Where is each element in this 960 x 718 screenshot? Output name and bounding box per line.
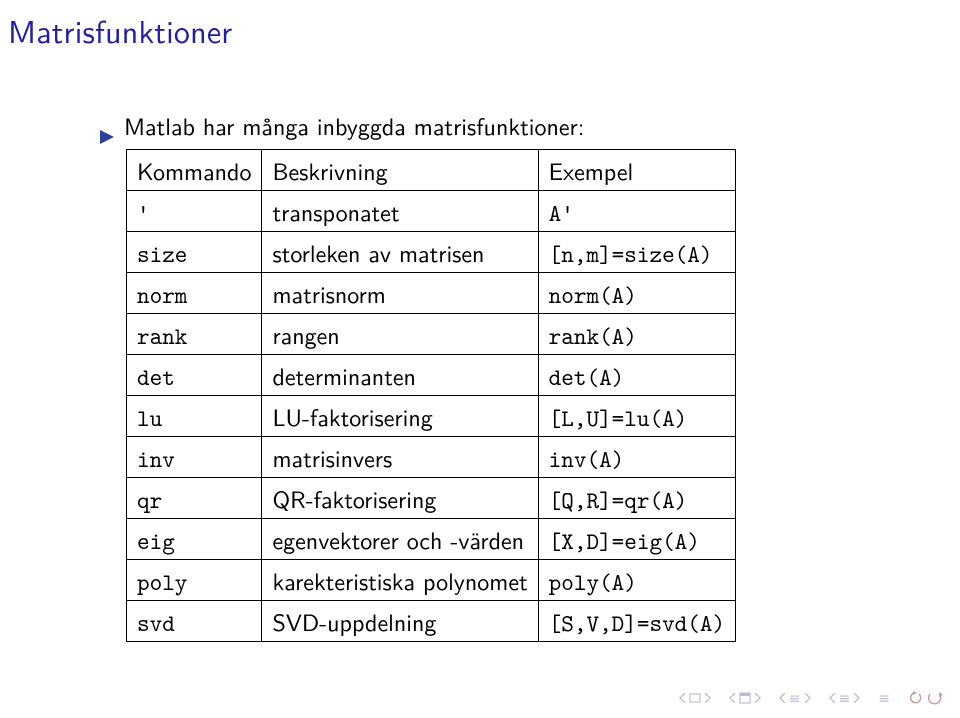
cell-kommando: lu [127,396,262,437]
cell-exempel: rank(A) [538,314,735,355]
functions-table: Kommando Beskrivning Exempel 'transponat… [126,149,736,642]
table-row: qrQR-faktorisering[Q,R]=qr(A) [127,478,736,519]
cell-beskrivning: egenvektorer och -värden [262,519,538,560]
chevron-left-icon [829,693,837,703]
bullet-triangle-icon [100,117,114,131]
cell-kommando: svd [127,601,262,642]
equiv-standalone-icon: ≡ [878,688,890,708]
cell-beskrivning: QR-faktorisering [262,478,538,519]
table-header-row: Kommando Beskrivning Exempel [127,150,736,191]
slide-title: Matrisfunktioner [8,6,232,53]
nav-footer: ≡ ≡ ≡ [679,688,944,708]
cell-beskrivning: transponatet [262,191,538,232]
table-row: 'transponatetA' [127,191,736,232]
slide-content: Matlab har många inbyggda matrisfunktion… [100,108,880,642]
cell-kommando: eig [127,519,262,560]
cell-exempel: det(A) [538,355,735,396]
nav-circular-group[interactable] [908,690,944,706]
chevron-right-icon [753,693,761,703]
table-row: eigegenvektorer och -värden[X,D]=eig(A) [127,519,736,560]
bullet-item: Matlab har många inbyggda matrisfunktion… [100,108,880,143]
cell-beskrivning: matrisinvers [262,437,538,478]
cell-kommando: norm [127,273,262,314]
redo-icon [926,690,944,706]
chevron-left-icon [779,693,787,703]
cell-kommando: inv [127,437,262,478]
cell-kommando: ' [127,191,262,232]
table-row: normmatrisnormnorm(A) [127,273,736,314]
col-header-exempel: Exempel [538,150,735,191]
equiv-icon: ≡ [839,693,851,703]
cell-beskrivning: storleken av matrisen [262,232,538,273]
equiv-icon: ≡ [789,693,801,703]
col-header-beskrivning: Beskrivning [262,150,538,191]
cell-exempel: [L,U]=lu(A) [538,396,735,437]
undo-icon [908,691,924,705]
nav-first-group[interactable] [679,693,711,703]
cell-beskrivning: karekteristiska polynomet [262,560,538,601]
table-row: luLU-faktorisering[L,U]=lu(A) [127,396,736,437]
cell-exempel: norm(A) [538,273,735,314]
table-row: rankrangenrank(A) [127,314,736,355]
chevron-left-icon [679,693,687,703]
document-icon [739,692,751,704]
cell-beskrivning: determinanten [262,355,538,396]
cell-exempel: A' [538,191,735,232]
table-row: detdeterminantendet(A) [127,355,736,396]
nav-section-group[interactable]: ≡ [779,693,811,703]
chevron-right-icon [852,693,860,703]
col-header-kommando: Kommando [127,150,262,191]
cell-exempel: [n,m]=size(A) [538,232,735,273]
cell-exempel: [S,V,D]=svd(A) [538,601,735,642]
cell-exempel: poly(A) [538,560,735,601]
cell-beskrivning: rangen [262,314,538,355]
cell-kommando: size [127,232,262,273]
chevron-left-icon [729,693,737,703]
cell-exempel: inv(A) [538,437,735,478]
table-row: svdSVD-uppdelning[S,V,D]=svd(A) [127,601,736,642]
box-icon [689,693,701,703]
bullet-text: Matlab har många inbyggda matrisfunktion… [124,108,584,143]
cell-kommando: poly [127,560,262,601]
nav-prev-group[interactable] [729,692,761,704]
cell-exempel: [Q,R]=qr(A) [538,478,735,519]
chevron-right-icon [703,693,711,703]
cell-kommando: qr [127,478,262,519]
table-row: invmatrisinversinv(A) [127,437,736,478]
cell-beskrivning: LU-faktorisering [262,396,538,437]
table-row: polykarekteristiska polynometpoly(A) [127,560,736,601]
cell-kommando: det [127,355,262,396]
cell-beskrivning: matrisnorm [262,273,538,314]
table-row: sizestorleken av matrisen[n,m]=size(A) [127,232,736,273]
cell-kommando: rank [127,314,262,355]
nav-next-group[interactable]: ≡ [829,693,861,703]
cell-exempel: [X,D]=eig(A) [538,519,735,560]
cell-beskrivning: SVD-uppdelning [262,601,538,642]
chevron-right-icon [803,693,811,703]
